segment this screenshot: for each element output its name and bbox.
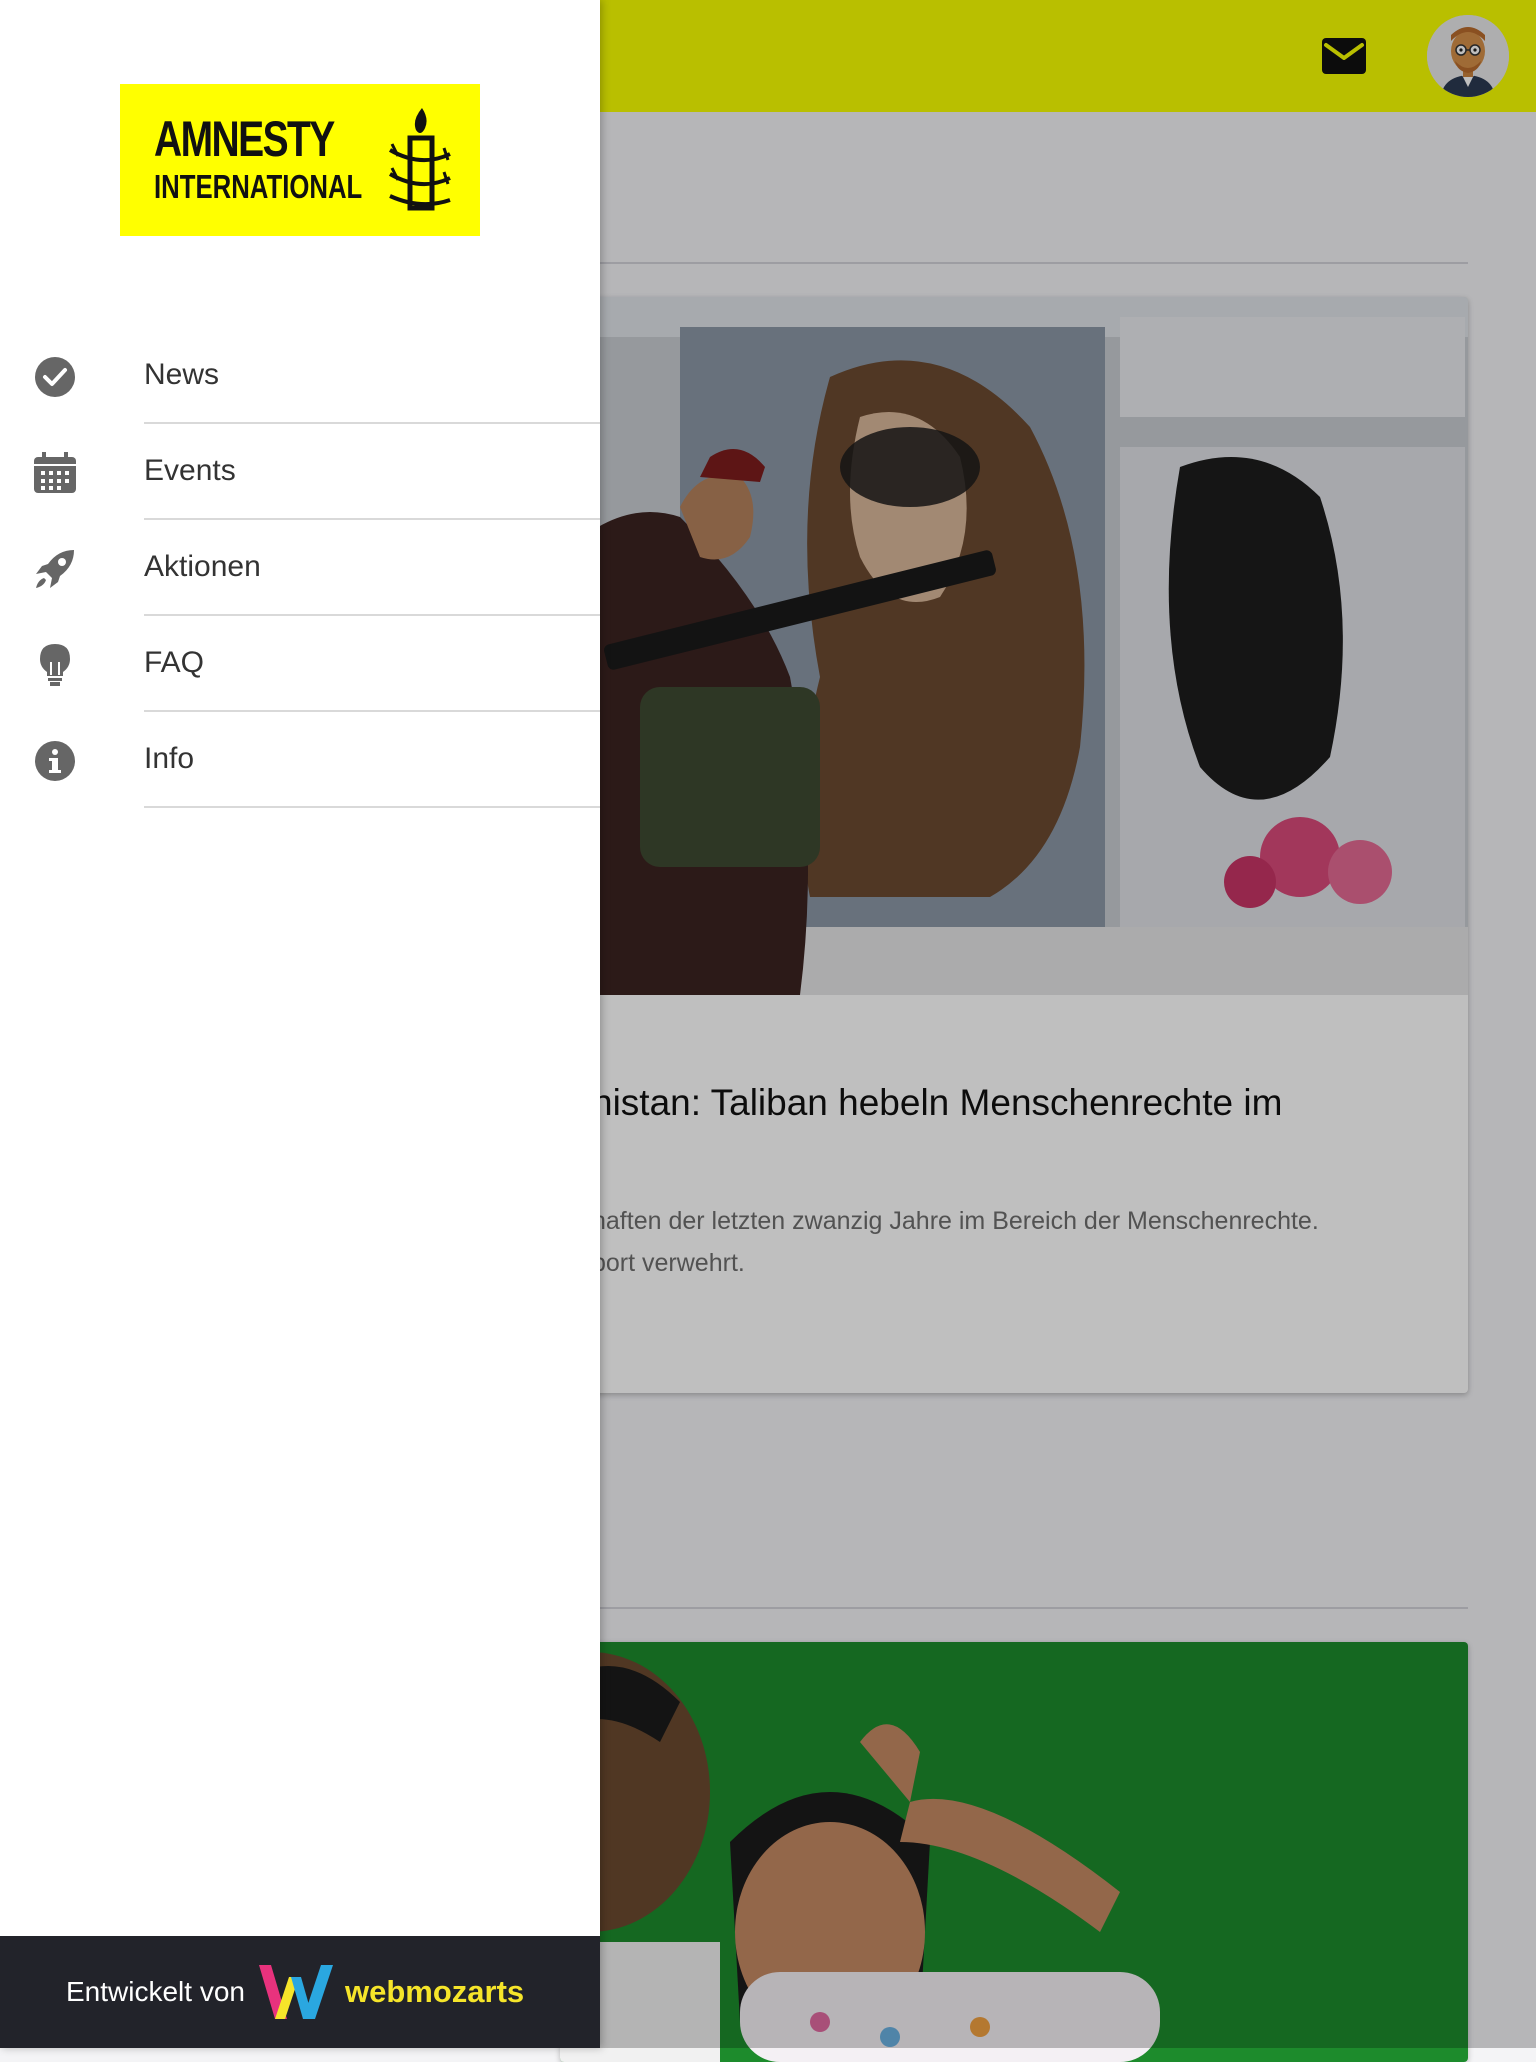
nav-label-events: Events	[144, 454, 236, 487]
nav-item-faq[interactable]: FAQ	[0, 616, 600, 712]
nav-divider	[144, 806, 600, 808]
webmozarts-brand[interactable]: webmozarts	[345, 1974, 524, 2010]
navigation-drawer: AMNESTY INTERNATIONAL News Events Aktion…	[0, 0, 600, 2048]
nav-item-aktionen[interactable]: Aktionen	[0, 520, 600, 616]
nav-label-info: Info	[144, 742, 195, 775]
logo-line2: INTERNATIONAL	[154, 168, 363, 205]
nav-item-info[interactable]: Info	[0, 712, 600, 808]
nav-item-events[interactable]: Events	[0, 424, 600, 520]
drawer-footer: Entwickelt von webmozarts	[0, 1936, 600, 2048]
check-circle-icon	[35, 357, 75, 397]
info-icon	[35, 741, 75, 781]
calendar-icon	[34, 452, 76, 493]
webmozarts-logo-icon[interactable]	[255, 1961, 335, 2023]
rocket-icon	[36, 550, 74, 588]
lightbulb-icon	[40, 644, 70, 686]
amnesty-logo[interactable]: AMNESTY INTERNATIONAL	[120, 84, 480, 236]
nav-label-faq: FAQ	[144, 646, 205, 679]
candle-icon	[388, 108, 451, 211]
footer-text: Entwickelt von	[66, 1976, 245, 2007]
logo-line1: AMNESTY	[154, 111, 335, 167]
nav-item-news[interactable]: News	[0, 328, 600, 424]
nav-label-aktionen: Aktionen	[144, 550, 261, 583]
nav-label-news: News	[144, 358, 220, 391]
